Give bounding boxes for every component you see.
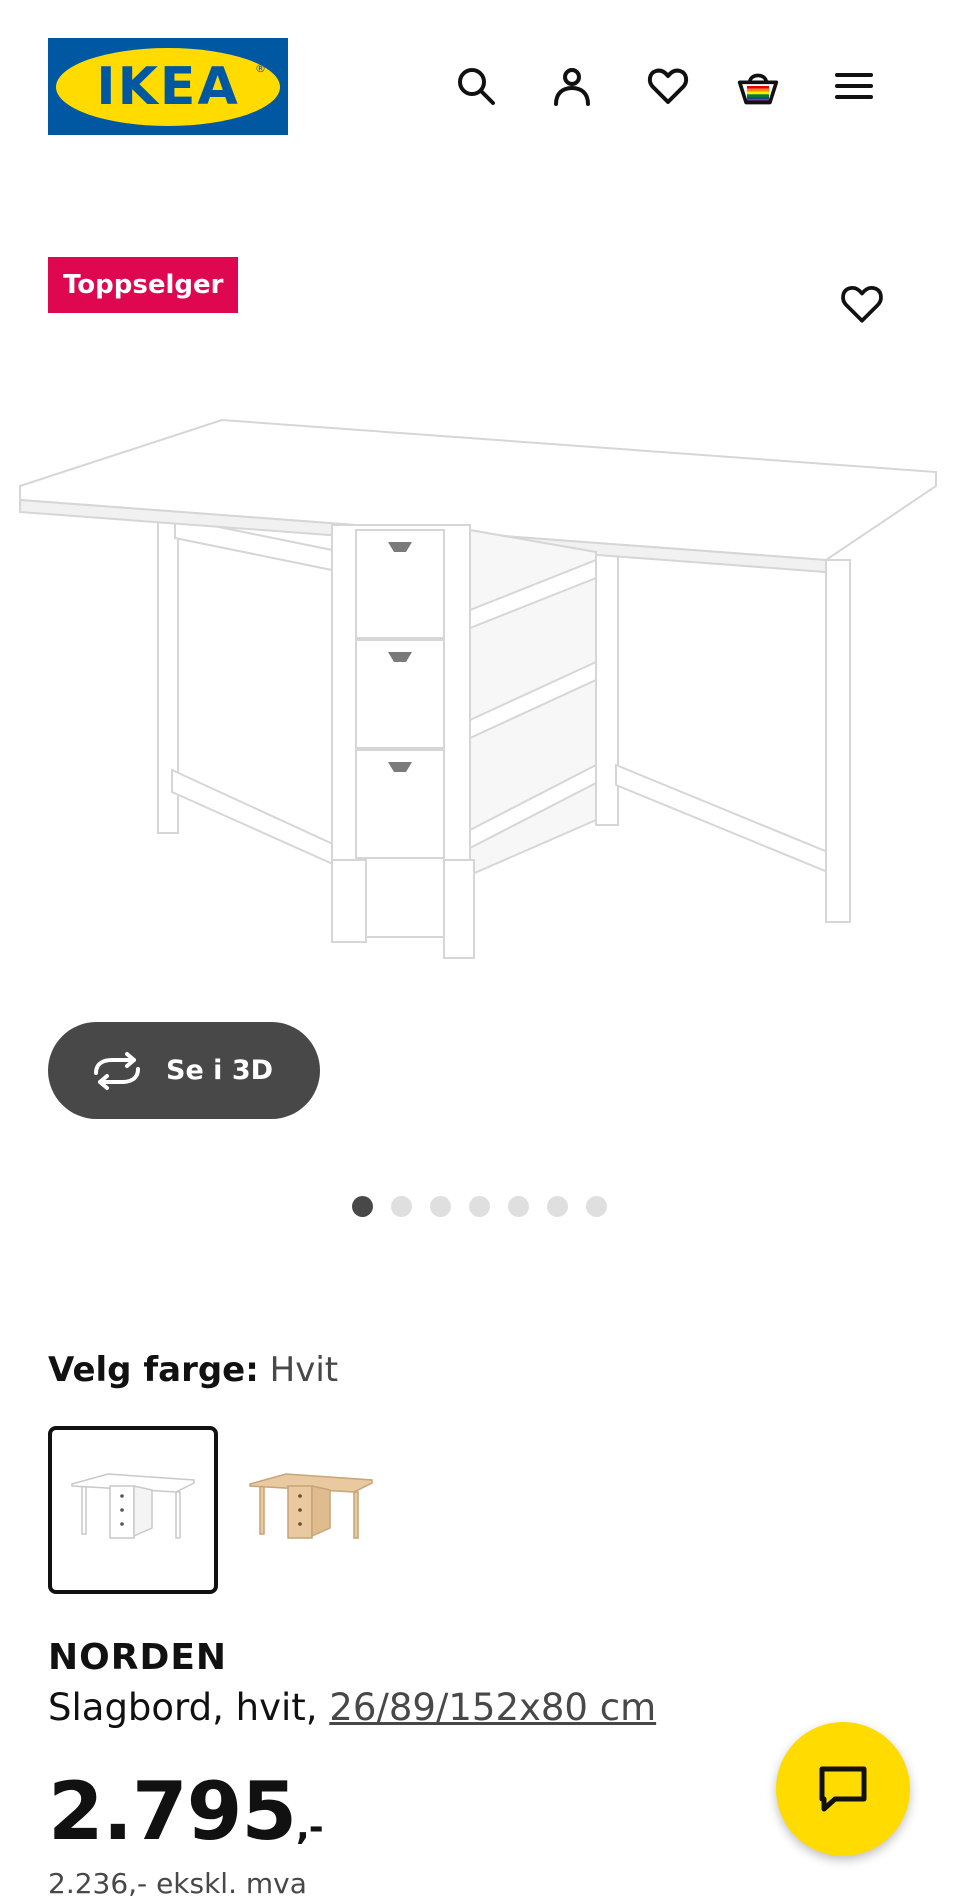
hamburger-menu-icon [835,73,873,99]
color-swatch-birch[interactable] [226,1426,396,1594]
ikea-logo[interactable]: IKEA ® [48,38,288,135]
search-icon [458,68,495,105]
product-price: 2.795,- [48,1764,324,1876]
product-type: Slagbord, hvit, [48,1686,330,1729]
product-measurements-link[interactable]: 26/89/152x80 cm [329,1686,656,1729]
white-table-thumbnail [71,1473,195,1539]
selected-color-value: Hvit [269,1350,339,1390]
price-excluding-vat: 2.236,- ekskl. mva [48,1867,307,1900]
chat-button[interactable] [776,1722,910,1856]
color-swatch-white[interactable] [48,1426,218,1594]
rotate-3d-icon [94,1051,140,1090]
gallery-dot[interactable] [586,1196,607,1217]
color-label-prefix: Velg farge: [48,1350,259,1390]
account-button[interactable] [544,58,600,114]
gallery-dot[interactable] [352,1196,373,1217]
product-description: Slagbord, hvit, 26/89/152x80 cm [48,1684,656,1732]
view-in-3d-button[interactable]: Se i 3D [48,1022,320,1119]
view-in-3d-label: Se i 3D [166,1055,274,1086]
logo-text: IKEA [96,56,240,117]
menu-button[interactable] [826,58,882,114]
gallery-dot[interactable] [508,1196,529,1217]
chat-bubble-icon [819,1766,867,1812]
product-image[interactable] [0,400,960,980]
gallery-dot[interactable] [391,1196,412,1217]
product-name: NORDEN [48,1637,228,1678]
basket-button[interactable] [730,58,786,114]
top-seller-badge: Toppselger [48,257,239,313]
site-header: IKEA ® [0,0,960,180]
logo-oval: IKEA ® [56,47,280,126]
birch-table-thumbnail [249,1473,373,1539]
gallery-dot[interactable] [469,1196,490,1217]
search-button[interactable] [448,58,504,114]
price-suffix: ,- [296,1807,324,1848]
gallery-dot[interactable] [430,1196,451,1217]
favourites-button[interactable] [640,58,696,114]
gallery-pagination [352,1196,607,1217]
gallery-dot[interactable] [547,1196,568,1217]
logo-registered-mark: ® [255,61,266,75]
heart-icon [647,68,689,104]
basket-icon [737,73,779,105]
folding-table-image [19,418,937,959]
account-icon [554,68,590,106]
add-to-favourites-button[interactable] [834,276,890,332]
price-main: 2.795 [48,1765,297,1858]
color-selector-label: Velg farge: Hvit [48,1348,338,1392]
heart-icon [841,286,883,323]
